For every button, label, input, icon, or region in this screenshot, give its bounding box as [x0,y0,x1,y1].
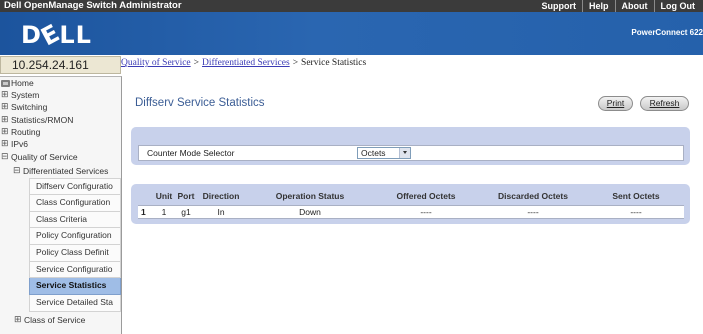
counter-mode-selected-value: Octets [361,148,386,158]
chevron-down-icon[interactable] [399,148,410,158]
nav-item-quality-of-service[interactable]: Quality of Service [0,150,121,164]
nav-item-label: System [11,90,40,101]
table-row: 1 1 g1 In Down ---- ---- ---- [138,204,684,219]
nav-item-routing[interactable]: Routing [0,126,121,138]
expand-icon[interactable] [1,126,10,138]
navigation-tree: Home System Switching Statistics/RMON Ro… [0,76,122,334]
expand-icon[interactable] [1,89,10,101]
nav-item-service-detailed-statistics[interactable]: Service Detailed Sta [29,294,121,312]
table-header-row: Unit Port Direction Operation Status Off… [138,188,684,205]
nav-item-home[interactable]: Home [0,77,121,89]
nav-item-differentiated-services[interactable]: Differentiated Services [0,164,121,178]
about-link[interactable]: About [614,0,654,12]
cell-port: g1 [176,204,196,219]
breadcrumb: Quality of Service > Differentiated Servic… [121,57,366,69]
help-link[interactable]: Help [581,0,615,12]
column-header-index [138,188,152,205]
column-header-offered-octets: Offered Octets [396,191,456,202]
logo-letter: L [75,21,92,49]
logout-link[interactable]: Log Out [653,0,702,12]
expand-icon[interactable] [1,101,10,113]
column-header-direction: Direction [202,191,240,202]
home-icon [1,80,10,87]
nav-submenu-differentiated-services: Diffserv Configuratio Class Configuratio… [29,178,121,312]
counter-mode-select[interactable]: Octets [357,147,411,159]
breadcrumb-link-differentiated-services[interactable]: Differentiated Services [202,58,290,68]
nav-item-policy-class-definition[interactable]: Policy Class Definit [29,244,121,262]
nav-item-ipv6[interactable]: IPv6 [0,138,121,150]
nav-item-service-configuration[interactable]: Service Configuratio [29,261,121,279]
counter-mode-row: Counter Mode Selector Octets [138,145,684,161]
dell-logo: DELL [21,19,92,52]
cell-discarded-octets: ---- [478,204,588,219]
expand-icon[interactable] [1,138,10,150]
breadcrumb-link-quality-of-service[interactable]: Quality of Service [121,58,191,68]
nav-item-diffserv-configuration[interactable]: Diffserv Configuratio [29,178,121,195]
nav-item-policy-configuration[interactable]: Policy Configuration [29,228,121,245]
breadcrumb-current: Service Statistics [301,58,367,68]
device-ip-address: 10.254.24.161 [0,56,121,74]
nav-item-label: Switching [11,102,48,113]
nav-item-label: Statistics/RMON [11,114,74,125]
nav-item-label: Routing [11,126,41,137]
nav-item-statistics-rmon[interactable]: Statistics/RMON [0,114,121,126]
nav-item-label: Home [11,78,34,88]
service-statistics-panel: Unit Port Direction Operation Status Off… [131,184,690,224]
collapse-icon[interactable] [1,150,10,164]
nav-item-system[interactable]: System [0,89,121,101]
breadcrumb-separator: > [292,58,299,68]
support-link[interactable]: Support [535,0,582,12]
nav-item-switching[interactable]: Switching [0,101,121,113]
cell-offered-octets: ---- [374,204,478,219]
print-button[interactable]: Print [598,96,633,111]
nav-item-service-statistics[interactable]: Service Statistics [29,278,121,295]
top-links: Support Help About Log Out [535,0,701,12]
cell-unit: 1 [152,204,176,219]
counter-mode-panel: Counter Mode Selector Octets [131,127,690,165]
nav-item-class-criteria[interactable]: Class Criteria [29,211,121,229]
column-header-operation-status: Operation Status [275,191,345,202]
page-title: Diffserv Service Statistics [135,97,265,109]
nav-item-label: Differentiated Services [23,166,109,177]
collapse-icon[interactable] [13,164,22,178]
brand-banner: DELL PowerConnect 622 [0,12,703,55]
cell-operation-status: Down [246,204,374,219]
nav-item-label: Quality of Service [11,152,78,163]
row-index: 1 [138,204,152,219]
refresh-button[interactable]: Refresh [640,96,689,111]
counter-mode-label: Counter Mode Selector [147,148,235,158]
cell-direction: In [196,204,246,219]
top-bar: Dell OpenManage Switch Administrator Sup… [0,0,703,12]
nav-item-class-of-service[interactable]: Class of Service [0,312,121,328]
nav-item-label: Class of Service [24,314,86,325]
nav-item-label: IPv6 [11,138,29,149]
column-header-discarded-octets: Discarded Octets [498,191,568,202]
column-header-port: Port [177,191,195,202]
cell-sent-octets: ---- [588,204,684,219]
nav-item-class-configuration[interactable]: Class Configuration [29,194,121,212]
column-header-unit: Unit [155,191,173,202]
expand-icon[interactable] [14,312,23,328]
app-title: Dell OpenManage Switch Administrator [4,0,182,11]
product-name: PowerConnect 622 [631,28,703,37]
column-header-sent-octets: Sent Octets [612,191,660,202]
service-statistics-table: Unit Port Direction Operation Status Off… [138,188,684,219]
expand-icon[interactable] [1,114,10,126]
breadcrumb-separator: > [193,58,200,68]
